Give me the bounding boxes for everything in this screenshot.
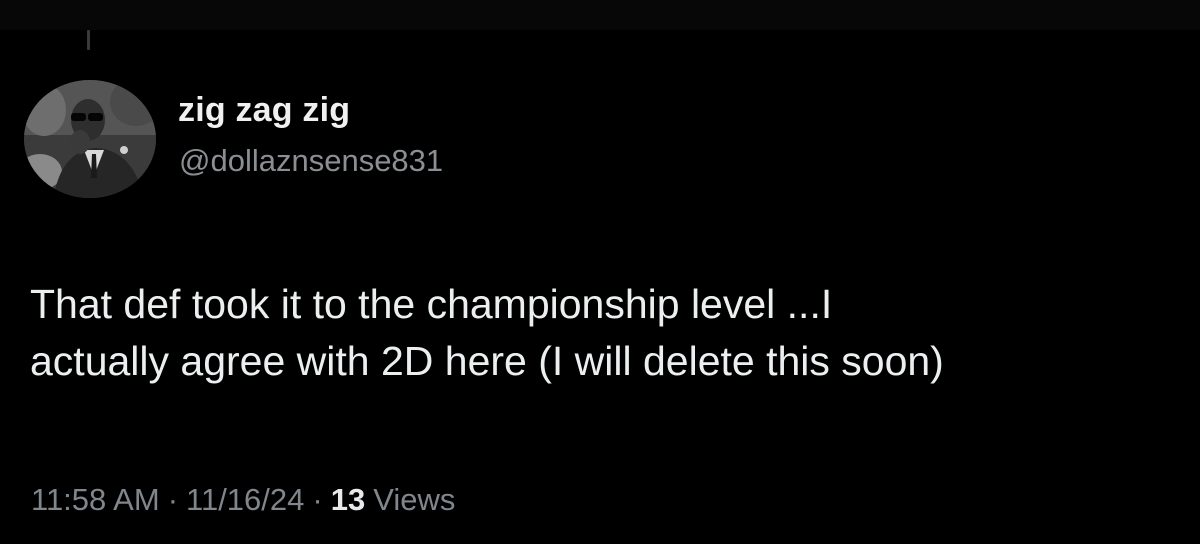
profile-photo-icon [24,80,156,198]
views-label: Views [373,482,456,517]
tweet-metadata: 11:58 AM · 11/16/24 · 13 Views [31,482,455,518]
user-handle[interactable]: @dollaznsense831 [179,143,443,179]
tweet-text-line: That def took it to the championship lev… [30,281,833,327]
avatar[interactable] [24,80,156,198]
tweet-text-line: actually agree with 2D here (I will dele… [30,338,944,384]
tweet-text: That def took it to the championship lev… [30,276,1180,390]
separator-dot: · [312,482,323,517]
views-count: 13 [330,482,366,517]
tweet-time[interactable]: 11:58 AM [31,482,160,517]
tweet: zig zag zig @dollaznsense831 That def to… [0,0,1200,544]
tweet-date[interactable]: 11/16/24 [186,482,304,517]
display-name[interactable]: zig zag zig [178,91,350,130]
separator-dot: · [167,482,179,517]
